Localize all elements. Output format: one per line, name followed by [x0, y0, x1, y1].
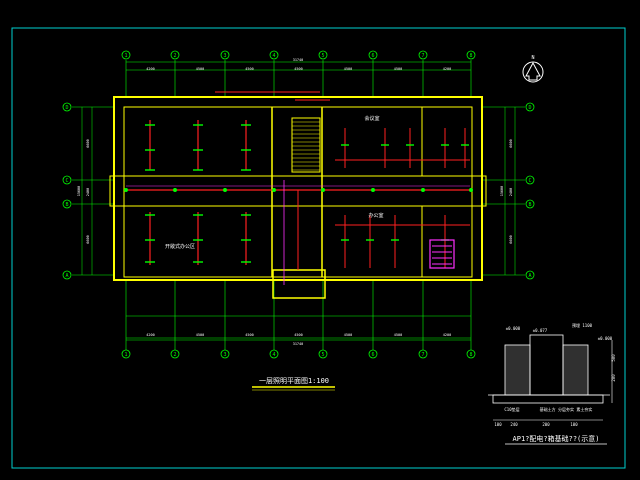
- row-label-left: B: [65, 202, 68, 208]
- column-label-bottom: 5: [321, 352, 324, 358]
- detail-cabinet: [529, 334, 564, 396]
- north-arrow: N: [522, 55, 544, 83]
- row-label-right: B: [528, 202, 531, 208]
- row-dimension-left: 6600: [86, 139, 90, 147]
- bay-dimension-top: 4500: [245, 67, 253, 71]
- bay-dimension-bottom: 4500: [344, 333, 352, 337]
- row-dimension-right-total: 15600: [500, 186, 504, 197]
- plan-title-block: 一层照明平面图1:100: [252, 377, 335, 391]
- junction-node: [321, 188, 325, 192]
- detail-block-left: [504, 344, 531, 396]
- detail-label-right: ±0.000: [598, 336, 613, 341]
- column-label-top: 2: [173, 53, 176, 59]
- plan-title: 一层照明平面图1:100: [259, 377, 329, 385]
- column-label-top: 8: [469, 53, 472, 59]
- bay-dimension-top: 4500: [294, 67, 302, 71]
- column-label-bottom: 3: [223, 352, 226, 358]
- detail-label-top-mid: ±0.077: [533, 328, 548, 333]
- bay-dimension-bottom: 4200: [443, 333, 451, 337]
- dimension-total-bottom: 31740: [293, 342, 304, 346]
- column-label-bottom: 2: [173, 352, 176, 358]
- detail-base: [492, 394, 604, 404]
- north-arrow-pointer: [525, 61, 541, 81]
- row-dimension-left: 2400: [86, 188, 90, 196]
- bay-dimension-top: 4500: [344, 67, 352, 71]
- detail-dim-side-2: 500: [611, 354, 616, 362]
- junction-node: [469, 188, 473, 192]
- column-label-top: 6: [371, 53, 374, 59]
- detail-dim-bottom-4: 100: [570, 422, 578, 427]
- column-label-top: 3: [223, 53, 226, 59]
- row-label-left: C: [65, 178, 68, 184]
- row-label-left: D: [65, 105, 68, 111]
- bay-dimension-bottom: 4200: [146, 333, 154, 337]
- column-label-bottom: 1: [124, 352, 127, 358]
- north-arrow-label: N: [531, 55, 534, 61]
- lighting-wiring: [124, 91, 473, 285]
- row-label-right: C: [528, 178, 531, 184]
- detail-label-ground: C10垫层: [504, 406, 519, 412]
- bay-dimension-top: 4200: [443, 67, 451, 71]
- column-label-top: 4: [272, 53, 275, 59]
- junction-node: [124, 188, 128, 192]
- drawing-frame: [11, 27, 626, 469]
- detail-dim-bottom-3: 200: [542, 422, 550, 427]
- bay-dimension-bottom: 4500: [394, 333, 402, 337]
- row-label-right: D: [528, 105, 531, 111]
- row-dimension-left: 6600: [86, 235, 90, 243]
- column-label-bottom: 8: [469, 352, 472, 358]
- row-label-left: A: [65, 273, 68, 279]
- junction-node: [223, 188, 227, 192]
- north-arrow-circle: [522, 61, 544, 83]
- detail-block-right: [562, 344, 589, 396]
- junction-node: [371, 188, 375, 192]
- column-label-bottom: 7: [421, 352, 424, 358]
- junction-node: [173, 188, 177, 192]
- bay-dimension-top: 4500: [394, 67, 402, 71]
- detail-dim-bottom-2: 240: [510, 422, 518, 427]
- dimension-total-top: 31740: [293, 58, 304, 62]
- bay-dimension-bottom: 4500: [294, 333, 302, 337]
- bay-dimension-top: 4200: [146, 67, 154, 71]
- junction-node: [272, 188, 276, 192]
- right-end-wing: [471, 175, 487, 207]
- row-dimension-right: 6600: [509, 139, 513, 147]
- foundation-detail: ±0.077 预埋 1100 ±0.000 ±0.000 C10垫层 基础土方 …: [488, 322, 616, 445]
- detail-label-top-mid2: 预埋 1100: [572, 322, 593, 328]
- cad-drawing-canvas: 1 1 2 2 3 3 4 4 5 5 6 6 7 7 8 8 31740 31740 4200 4200 4500 45…: [11, 27, 626, 469]
- detail-dim-side-1: 200: [611, 374, 616, 382]
- detail-dim-bottom-1: 100: [494, 422, 502, 427]
- row-dimension-left-total: 15600: [77, 186, 81, 197]
- room-label-office: 办公室: [368, 212, 383, 219]
- column-label-bottom: 4: [272, 352, 275, 358]
- left-end-wing: [109, 175, 125, 207]
- stair-treads: [292, 121, 320, 171]
- bay-dimension-top: 4500: [196, 67, 204, 71]
- column-label-top: 1: [124, 53, 127, 59]
- column-label-top: 7: [421, 53, 424, 59]
- detail-label-notes: 基础土方 分层夯实 素土夯实: [540, 406, 593, 412]
- entrance-porch: [272, 269, 326, 299]
- detail-title: AP1?配电?箱基础??(示意): [513, 434, 600, 443]
- detail-label-top-left: ±0.000: [506, 326, 521, 331]
- row-dimension-right: 6600: [509, 235, 513, 243]
- bay-dimension-bottom: 4500: [196, 333, 204, 337]
- column-label-top: 5: [321, 53, 324, 59]
- room-label-meeting: 会议室: [364, 115, 379, 122]
- row-label-right: A: [528, 273, 531, 279]
- bay-dimension-bottom: 4500: [245, 333, 253, 337]
- room-label-open-office: 开敞式办公区: [165, 243, 195, 250]
- junction-node: [421, 188, 425, 192]
- column-label-bottom: 6: [371, 352, 374, 358]
- row-dimension-right: 2400: [509, 188, 513, 196]
